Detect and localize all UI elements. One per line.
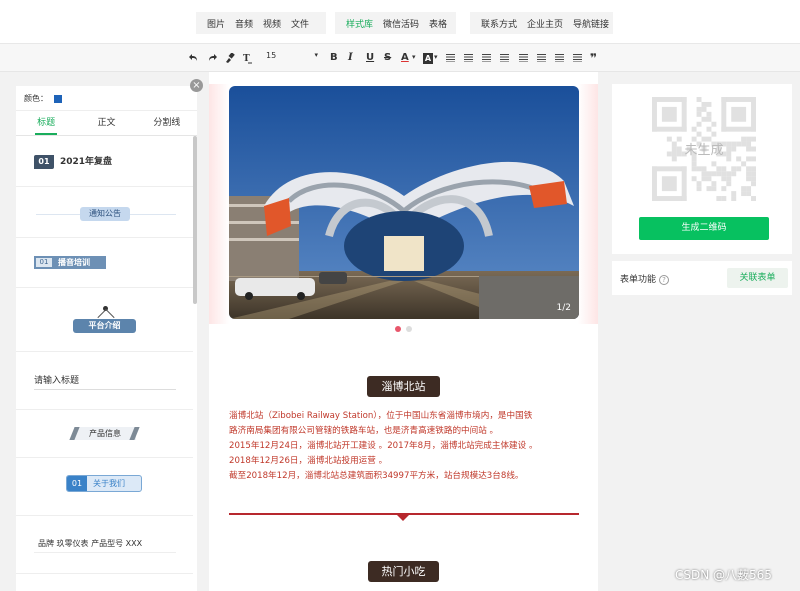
qr-panel: 未生成 生成二维码 (612, 84, 792, 254)
tab-divider[interactable]: 分割线 (137, 111, 197, 135)
close-icon[interactable]: × (190, 79, 203, 92)
italic-button[interactable]: I (348, 51, 353, 65)
template-badge: 01 关于我们 (66, 475, 142, 492)
carousel-counter: 1/2 (556, 303, 571, 313)
carousel-image[interactable]: 1/2 (229, 86, 579, 319)
menu-item-file[interactable]: 文件 (286, 17, 314, 30)
template-label: 通知公告 (80, 207, 130, 221)
font-size-value: 15 (266, 51, 277, 60)
style-library-panel: 颜色： 标题 正文 分割线 01 2021年复盘 通知公告 01 播音培训 平台… (16, 86, 197, 591)
form-panel: 表单功能? 关联表单 (612, 261, 792, 295)
redo-icon[interactable] (207, 53, 217, 63)
menu-item-image[interactable]: 图片 (202, 17, 230, 30)
bg-color-button[interactable]: A (423, 53, 433, 64)
template-number: 01 (67, 476, 87, 491)
watermark: CSDN @八薮565 (675, 568, 772, 582)
divider-arrow-icon (397, 515, 409, 521)
template-label: 关于我们 (93, 479, 125, 488)
color-label: 颜色： (24, 94, 48, 103)
menu-item-homepage[interactable]: 企业主页 (522, 17, 568, 30)
template-product-info[interactable]: 产品信息 (16, 410, 193, 458)
paragraph-line: 淄博北站（Zibobei Railway Station），位于中国山东省淄博市… (229, 411, 533, 421)
format-toolbar: T 15 ▾ B I U S A ▾ A ▾ ❞ (0, 44, 800, 72)
template-number: 01 (34, 155, 54, 169)
menu-item-contact[interactable]: 联系方式 (476, 17, 522, 30)
color-swatch[interactable] (54, 94, 62, 103)
style-tabs: 标题 正文 分割线 (16, 110, 197, 136)
template-label: 请输入标题 (34, 376, 80, 386)
underline-button[interactable]: U (366, 51, 374, 65)
section-title-snacks: 热门小吃 (368, 561, 439, 582)
align-right-icon[interactable] (482, 54, 491, 62)
strikethrough-button[interactable]: S (384, 51, 391, 65)
menu-group-style: 样式库 微信活码 表格 (335, 12, 456, 34)
template-broadcast-training[interactable]: 01 播音培训 (16, 238, 193, 288)
qr-status: 未生成 (684, 143, 724, 158)
carousel-dot[interactable] (406, 326, 412, 332)
indent-icon[interactable] (537, 54, 546, 62)
template-label: 产品信息 (74, 427, 136, 440)
color-picker-row: 颜色： (24, 93, 62, 104)
template-label: 平台介绍 (73, 319, 136, 333)
section-title-zibo-north: 淄博北站 (367, 376, 440, 397)
menu-item-wechat-code[interactable]: 微信活码 (378, 17, 424, 30)
menu-item-style-library[interactable]: 样式库 (341, 17, 378, 30)
menu-item-table[interactable]: 表格 (424, 17, 452, 30)
scrollbar[interactable] (193, 136, 197, 304)
generate-qr-button[interactable]: 生成二维码 (639, 217, 769, 240)
template-annual-review[interactable]: 01 2021年复盘 (16, 137, 193, 187)
help-icon[interactable]: ? (659, 275, 670, 285)
chevron-down-icon: ▾ (314, 51, 318, 59)
line-height-icon[interactable] (573, 54, 582, 62)
template-badge: 01 播音培训 (34, 256, 106, 269)
menu-group-links: 联系方式 企业主页 导航链接 (470, 12, 613, 34)
top-menu-bar: 图片 音频 视频 文件 样式库 微信活码 表格 联系方式 企业主页 导航链接 (0, 0, 800, 44)
format-painter-icon[interactable] (225, 53, 235, 63)
paragraph-line: 2015年12月24日，淄博北站开工建设 。2017年8月，淄博北站完成主体建设… (229, 441, 538, 451)
outdent-icon[interactable] (555, 54, 564, 62)
pink-glow-decoration (578, 84, 598, 324)
bold-button[interactable]: B (330, 51, 338, 65)
template-input-title[interactable]: 请输入标题 (16, 352, 193, 410)
template-number: 01 (36, 258, 52, 267)
ordered-list-icon[interactable] (519, 54, 528, 62)
station-photo (229, 86, 579, 319)
template-notice[interactable]: 通知公告 (16, 188, 193, 238)
hanger-line (105, 308, 115, 319)
chevron-down-icon: ▾ (412, 53, 416, 61)
font-size-select[interactable]: 15 ▾ (266, 51, 318, 65)
underline (34, 389, 176, 390)
template-label: 2021年复盘 (60, 157, 113, 167)
template-platform-intro[interactable]: 平台介绍 (16, 288, 193, 352)
menu-item-audio[interactable]: 音频 (230, 17, 258, 30)
tab-body[interactable]: 正文 (76, 111, 136, 135)
carousel-dots (395, 326, 412, 332)
paragraph-line: 2018年12月26日，淄博北站投用运营 。 (229, 456, 388, 466)
align-justify-icon[interactable] (500, 54, 509, 62)
undo-icon[interactable] (189, 53, 199, 63)
clear-format-icon[interactable]: T (243, 53, 253, 64)
font-color-button[interactable]: A (401, 51, 409, 65)
menu-item-nav-link[interactable]: 导航链接 (568, 17, 614, 30)
align-center-icon[interactable] (464, 54, 473, 62)
align-left-icon[interactable] (446, 54, 455, 62)
underline (34, 552, 176, 553)
template-brand-model[interactable]: 品牌 玖零仪表 产品型号 XXX (16, 516, 193, 574)
template-label: 播音培训 (58, 258, 90, 267)
link-form-button[interactable]: 关联表单 (727, 268, 788, 288)
template-about-us[interactable]: 01 关于我们 (16, 458, 193, 516)
menu-group-media: 图片 音频 视频 文件 (196, 12, 326, 34)
menu-item-video[interactable]: 视频 (258, 17, 286, 30)
paragraph-line: 截至2018年12月，淄博北站总建筑面积34997平方米，站台规模达3台8线。 (229, 471, 524, 481)
tab-title[interactable]: 标题 (16, 111, 76, 135)
chevron-down-icon: ▾ (434, 53, 438, 61)
paragraph-line: 路济南局集团有限公司管辖的铁路车站，也是济青高速铁路的中间站 。 (229, 426, 499, 436)
template-label: 品牌 玖零仪表 产品型号 XXX (38, 539, 143, 548)
carousel-dot-active[interactable] (395, 326, 401, 332)
quote-icon[interactable]: ❞ (590, 51, 597, 65)
form-label-text: 表单功能 (620, 275, 657, 285)
form-function-label: 表单功能? (620, 272, 670, 285)
article-paragraph[interactable]: 淄博北站（Zibobei Railway Station），位于中国山东省淄博市… (229, 409, 579, 484)
pink-glow-decoration (209, 84, 229, 324)
